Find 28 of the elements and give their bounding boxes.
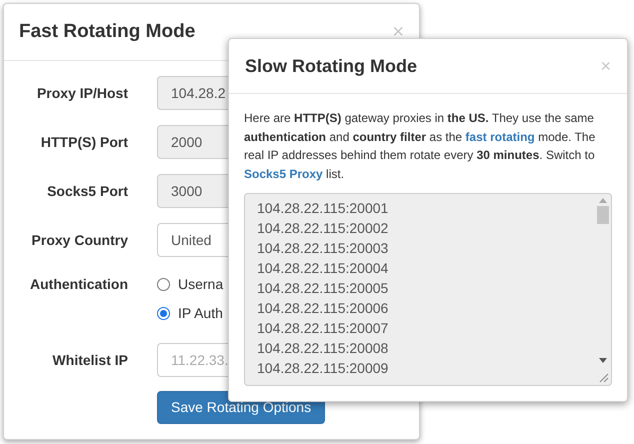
field-label: Whitelist IP: [52, 350, 128, 370]
dialog-title: Slow Rotating Mode: [245, 54, 417, 78]
field-label: Proxy Country: [30, 230, 128, 250]
scroll-thumb[interactable]: [596, 206, 608, 224]
dialog-title: Fast Rotating Mode: [19, 20, 196, 44]
field-label: Authentication: [29, 275, 128, 294]
field-label: Proxy IP/Host: [36, 84, 128, 103]
field-label: HTTP(S) Port: [40, 132, 128, 152]
text-link[interactable]: Socks5 Proxy: [244, 166, 323, 180]
description-text: Here are HTTP(S) gateway proxies in the US. They use the same authentication and country filter as the fast rotating mode. The real IP addresses behind them rotate every 30 minutes. Switch to Socks5 Proxy list.: [244, 110, 596, 182]
field-label: Socks5 Port: [46, 182, 128, 200]
proxy-address: 104.28.22.115:20007: [257, 319, 390, 338]
radio-button[interactable]: [157, 278, 170, 291]
proxy-address: 104.28.22.115:20002: [257, 219, 390, 238]
proxy-address: 104.28.22.115:20005: [257, 279, 390, 298]
proxy-address: 104.28.22.115:20009: [257, 359, 390, 378]
scroll-down-icon[interactable]: [598, 358, 606, 363]
proxy-address: 104.28.22.115:20001: [257, 199, 390, 218]
proxy-list-field[interactable]: 104.28.22.115:20001 104.28.22.115:20002 104.28.22.115:20003 104.28.22.115:20004 104.28.22.115:20005 104.28.22.115:20006 104.28.22.115:20007 104.28.22.115:20008 104.28.22.115:20009: [244, 193, 612, 386]
text-link[interactable]: fast rotating: [465, 130, 535, 144]
radio-label: Userna: [178, 275, 224, 294]
proxy-address: 104.28.22.115:20008: [257, 339, 390, 358]
proxy-address: 104.28.22.115:20006: [257, 299, 390, 318]
proxy-address: 104.28.22.115:20003: [257, 239, 390, 258]
radio-label: IP Auth: [178, 304, 223, 323]
scroll-up-icon[interactable]: [598, 198, 606, 203]
radio-button[interactable]: [157, 307, 170, 320]
proxy-address: 104.28.22.115:20004: [257, 259, 390, 278]
